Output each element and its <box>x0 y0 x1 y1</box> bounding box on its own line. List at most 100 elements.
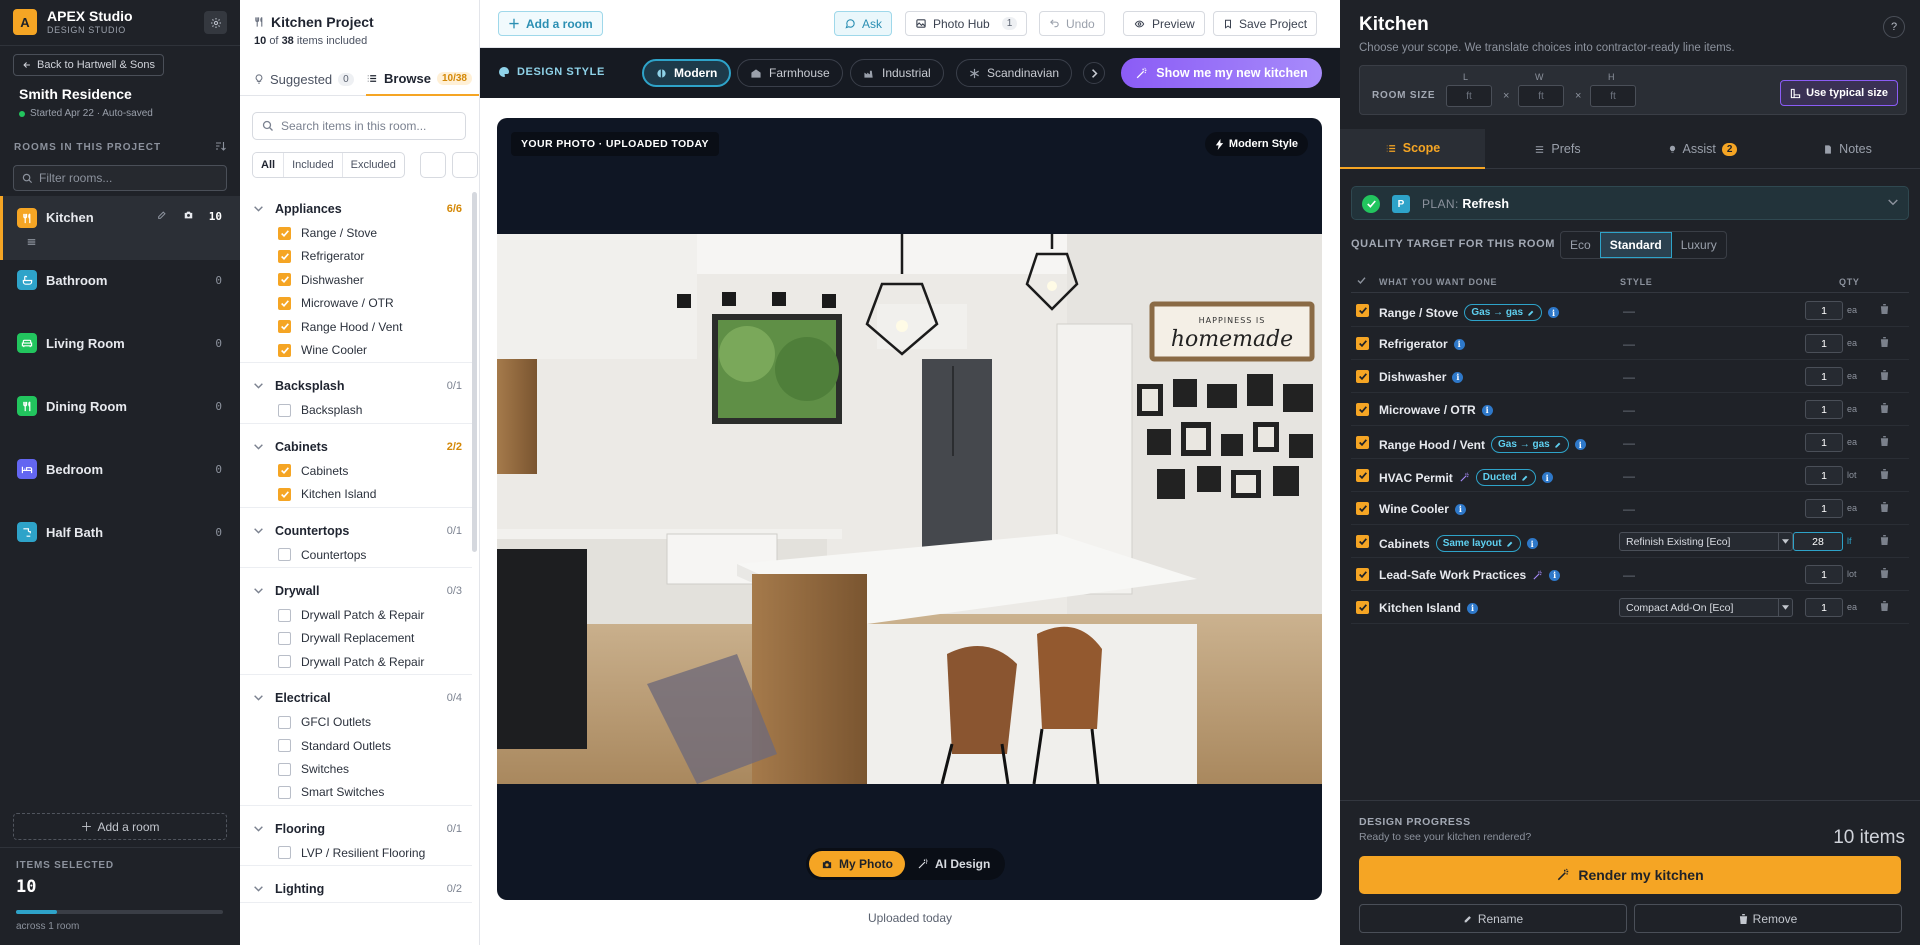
plan-selector[interactable]: P PLAN: Refresh <box>1351 186 1909 220</box>
row-checkbox[interactable] <box>1356 304 1369 317</box>
row-checkbox[interactable] <box>1356 469 1369 482</box>
item-checkbox-row[interactable]: Drywall Patch & Repair <box>278 607 424 623</box>
category-header[interactable]: Backsplash 0/1 <box>254 377 472 395</box>
checkbox[interactable] <box>278 403 291 417</box>
row-checkbox[interactable] <box>1356 403 1369 416</box>
qty-input[interactable]: 28 <box>1793 532 1843 551</box>
browse-option-button[interactable] <box>420 152 446 178</box>
item-checkbox-row[interactable]: Drywall Patch & Repair <box>278 654 424 670</box>
rename-room-button[interactable] <box>157 210 167 220</box>
style-select[interactable]: Refinish Existing [Eco] <box>1619 532 1793 551</box>
info-icon[interactable]: i <box>1549 569 1561 581</box>
remove-room-button[interactable]: Remove <box>1634 904 1902 933</box>
sort-rooms-button[interactable] <box>214 140 227 152</box>
scope-row[interactable]: Range Hood / Vent Gas → gas i — 1 ea <box>1351 426 1909 459</box>
add-room-button[interactable]: ＋ Add a room <box>498 11 603 36</box>
checkbox[interactable] <box>278 762 291 776</box>
tab-assist[interactable]: Assist 2 <box>1630 129 1775 169</box>
qty-input[interactable]: 1 <box>1805 334 1843 353</box>
style-chip-modern[interactable]: Modern <box>642 59 732 87</box>
category-header[interactable]: Drywall 0/3 <box>254 582 472 600</box>
category-header[interactable]: Flooring 0/1 <box>254 820 472 838</box>
quality-standard[interactable]: Standard <box>1599 232 1672 258</box>
scope-row[interactable]: Refrigerator i — 1 ea <box>1351 327 1909 360</box>
delete-row-button[interactable] <box>1880 403 1889 413</box>
undo-button[interactable]: Undo <box>1039 11 1105 36</box>
qty-input[interactable]: 1 <box>1805 565 1843 584</box>
row-option-pill[interactable]: Gas → gas <box>1464 304 1543 321</box>
filter-included[interactable]: Included <box>284 153 343 177</box>
room-item-half-bath[interactable]: Half Bath 0 <box>0 512 240 552</box>
render-kitchen-button[interactable]: Render my kitchen <box>1359 856 1901 894</box>
item-checkbox-row[interactable]: Standard Outlets <box>278 738 391 754</box>
filter-excluded[interactable]: Excluded <box>343 153 404 177</box>
tab-prefs[interactable]: Prefs <box>1485 129 1630 169</box>
item-checkbox-row[interactable]: Range / Stove <box>278 225 377 241</box>
style-chip-farmhouse[interactable]: Farmhouse <box>737 59 843 87</box>
scope-row[interactable]: Wine Cooler i — 1 ea <box>1351 492 1909 525</box>
scope-row[interactable]: Dishwasher i — 1 ea <box>1351 360 1909 393</box>
scope-row[interactable]: Range / Stove Gas → gas i — 1 ea <box>1351 294 1909 327</box>
row-checkbox[interactable] <box>1356 535 1369 548</box>
room-item-bathroom[interactable]: Bathroom 0 <box>0 260 240 300</box>
info-icon[interactable]: i <box>1452 371 1464 383</box>
back-to-client-button[interactable]: Back to Hartwell & Sons <box>13 54 164 76</box>
room-item-dining-room[interactable]: Dining Room 0 <box>0 386 240 426</box>
style-select[interactable]: Compact Add-On [Eco] <box>1619 598 1793 617</box>
ai-design-toggle[interactable]: AI Design <box>905 851 1002 877</box>
info-icon[interactable]: i <box>1453 338 1465 350</box>
checkbox[interactable] <box>278 320 291 334</box>
preview-button[interactable]: Preview <box>1123 11 1205 36</box>
photo-hub-button[interactable]: Photo Hub 1 <box>905 11 1028 36</box>
category-header[interactable]: Cabinets 2/2 <box>254 438 472 456</box>
row-checkbox[interactable] <box>1356 436 1369 449</box>
checkbox[interactable] <box>278 343 291 357</box>
width-input[interactable]: ft <box>1518 85 1564 107</box>
style-chip-industrial[interactable]: Industrial <box>850 59 944 87</box>
show-new-kitchen-button[interactable]: Show me my new kitchen <box>1121 58 1322 88</box>
checkbox[interactable] <box>278 273 291 287</box>
delete-row-button[interactable] <box>1880 370 1889 380</box>
ask-button[interactable]: Ask <box>834 11 893 36</box>
qty-input[interactable]: 1 <box>1805 598 1843 617</box>
checkbox[interactable] <box>278 655 291 669</box>
checkbox[interactable] <box>278 226 291 240</box>
drag-handle-icon[interactable] <box>27 238 36 246</box>
qty-input[interactable]: 1 <box>1805 499 1843 518</box>
room-item-living-room[interactable]: Living Room 0 <box>0 323 240 363</box>
tab-notes[interactable]: Notes <box>1775 129 1920 169</box>
tab-scope[interactable]: Scope <box>1340 129 1485 169</box>
delete-row-button[interactable] <box>1880 469 1889 479</box>
item-checkbox-row[interactable]: Drywall Replacement <box>278 630 414 646</box>
checkbox[interactable] <box>278 846 291 860</box>
row-checkbox[interactable] <box>1356 601 1369 614</box>
item-checkbox-row[interactable]: Cabinets <box>278 463 348 479</box>
item-checkbox-row[interactable]: LVP / Resilient Flooring <box>278 845 425 861</box>
style-chip-scandinavian[interactable]: Scandinavian <box>956 59 1073 87</box>
category-header[interactable]: Countertops 0/1 <box>254 522 472 540</box>
info-icon[interactable]: i <box>1467 602 1479 614</box>
category-header[interactable]: Lighting 0/2 <box>254 880 472 898</box>
checkbox[interactable] <box>278 296 291 310</box>
row-checkbox[interactable] <box>1356 568 1369 581</box>
add-room-sidebar-button[interactable]: ＋ Add a room <box>13 813 227 840</box>
info-icon[interactable]: i <box>1526 538 1538 549</box>
checkbox[interactable] <box>278 631 291 645</box>
checkbox[interactable] <box>278 785 291 799</box>
browse-scrollbar[interactable] <box>472 192 477 552</box>
item-checkbox-row[interactable]: Refrigerator <box>278 248 364 264</box>
select-all-check-icon[interactable] <box>1357 277 1366 284</box>
row-checkbox[interactable] <box>1356 502 1369 515</box>
tab-browse[interactable]: Browse 10/38 <box>366 62 479 96</box>
scope-row[interactable]: Microwave / OTR i — 1 ea <box>1351 393 1909 426</box>
item-checkbox-row[interactable]: Range Hood / Vent <box>278 319 402 335</box>
filter-all[interactable]: All <box>253 153 285 177</box>
scope-row[interactable]: Lead-Safe Work Practices i — 1 lot <box>1351 558 1909 591</box>
delete-row-button[interactable] <box>1880 601 1889 611</box>
tab-suggested[interactable]: Suggested 0 <box>254 62 354 96</box>
qty-input[interactable]: 1 <box>1805 466 1843 485</box>
scope-row[interactable]: HVAC Permit Ducted i — 1 lot <box>1351 459 1909 492</box>
length-input[interactable]: ft <box>1446 85 1492 107</box>
item-checkbox-row[interactable]: Kitchen Island <box>278 486 376 502</box>
settings-button[interactable] <box>204 11 227 34</box>
